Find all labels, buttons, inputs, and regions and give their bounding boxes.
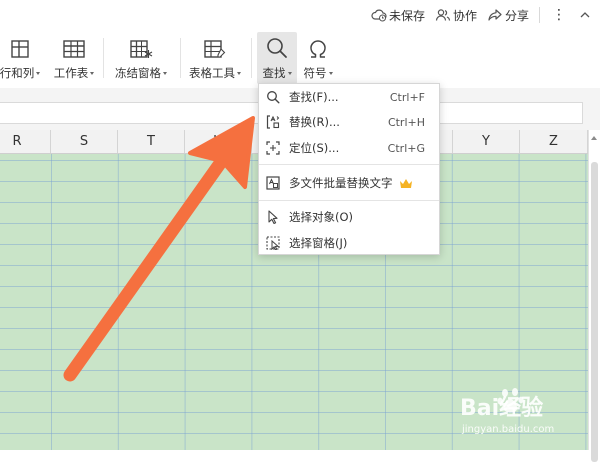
share-icon (488, 9, 502, 21)
omega-symbol-icon (310, 40, 326, 58)
chevron-down-icon (90, 71, 95, 75)
column-header-s[interactable]: S (51, 130, 118, 153)
menu-divider (259, 200, 439, 201)
menu-item-label: 选择窗格(J) (289, 236, 348, 250)
premium-crown-icon (399, 178, 413, 189)
menu-item-label: 多文件批量替换文字 (289, 176, 393, 190)
select-pane-icon (265, 235, 281, 251)
find-label: 查找 (262, 66, 286, 80)
top-actions: 未保存 协作 分享 ⋮ (361, 0, 590, 30)
select-object-icon (265, 209, 281, 225)
cloud-icon (371, 9, 387, 22)
chevron-down-icon (36, 71, 41, 75)
menu-item-find[interactable]: 查找(F)... Ctrl+F (259, 86, 439, 108)
menu-item-select-pane[interactable]: 选择窗格(J) (259, 232, 439, 254)
worksheet-button[interactable]: 工作表 (52, 32, 96, 84)
more-options-icon[interactable]: ⋮ (552, 7, 566, 23)
menu-item-label: 定位(S)... (289, 141, 340, 155)
menu-item-batch-replace[interactable]: 多文件批量替换文字 (259, 172, 439, 194)
column-header-u[interactable]: U (185, 130, 252, 153)
worksheet-label: 工作表 (53, 66, 89, 80)
ribbon-divider (103, 38, 104, 78)
replace-icon (265, 114, 281, 130)
table-tools-icon (204, 40, 226, 58)
collaborate-icon (435, 9, 451, 21)
table-tools-button[interactable]: 表格工具 (186, 32, 244, 84)
baidu-jingyan-watermark: Bai经验 jingyan.baidu.com (458, 384, 588, 444)
title-bar: 未保存 协作 分享 ⋮ (0, 0, 600, 30)
top-divider (539, 7, 540, 23)
scrollbar-thumb[interactable] (591, 162, 598, 462)
freeze-panes-label: 冻结窗格 (115, 66, 161, 80)
collaborate-button[interactable]: 协作 (435, 7, 477, 24)
scroll-up-icon[interactable] (591, 136, 597, 140)
collapse-ribbon-icon[interactable] (580, 11, 590, 19)
search-icon (265, 89, 281, 105)
share-button[interactable]: 分享 (487, 7, 529, 24)
symbol-button[interactable]: 符号 (300, 32, 336, 84)
menu-item-select-object[interactable]: 选择对象(O) (259, 206, 439, 228)
rows-and-columns-button[interactable]: 行和列 (0, 32, 41, 84)
batch-replace-icon (265, 175, 281, 191)
save-status-label: 未保存 (388, 8, 425, 23)
ribbon-toolbar: 行和列 工作表 冻结窗格 表格工具 查找 符号 (0, 30, 600, 88)
freeze-panes-button[interactable]: 冻结窗格 (112, 32, 170, 84)
menu-divider (259, 164, 439, 165)
chevron-down-icon (287, 71, 292, 75)
column-header-y[interactable]: Y (453, 130, 520, 153)
rows-columns-icon (11, 40, 29, 58)
menu-item-label: 查找(F)... (289, 90, 339, 104)
share-label: 分享 (504, 8, 529, 23)
symbol-label: 符号 (303, 66, 327, 80)
watermark-url: jingyan.baidu.com (462, 424, 555, 435)
rows-and-columns-label: 行和列 (0, 66, 35, 80)
menu-item-replace[interactable]: 替换(R)... Ctrl+H (259, 111, 439, 133)
ribbon-divider (251, 38, 252, 78)
find-dropdown-menu: 查找(F)... Ctrl+F 替换(R)... Ctrl+H 定位(S)...… (258, 83, 440, 255)
freeze-panes-icon (130, 40, 153, 58)
save-status-button[interactable]: 未保存 (371, 7, 425, 24)
vertical-scrollbar[interactable] (588, 130, 600, 462)
menu-item-label: 替换(R)... (289, 115, 340, 129)
menu-item-label: 选择对象(O) (289, 210, 354, 224)
menu-item-locate[interactable]: 定位(S)... Ctrl+G (259, 137, 439, 159)
collaborate-label: 协作 (452, 8, 477, 23)
column-header-r[interactable]: R (0, 130, 51, 153)
chevron-down-icon (237, 71, 241, 75)
column-header-z[interactable]: Z (520, 130, 588, 153)
locate-icon (265, 140, 281, 156)
chevron-down-icon (328, 71, 333, 75)
find-button[interactable]: 查找 (257, 32, 297, 84)
search-icon (267, 38, 287, 58)
table-tools-label: 表格工具 (189, 66, 235, 80)
menu-item-shortcut: Ctrl+G (387, 141, 425, 155)
worksheet-icon (63, 40, 85, 58)
chevron-down-icon (163, 71, 167, 75)
column-header-t[interactable]: T (118, 130, 185, 153)
menu-item-shortcut: Ctrl+F (389, 90, 425, 104)
watermark-brand: Bai经验 (460, 396, 544, 421)
ribbon-divider (180, 38, 181, 78)
menu-item-shortcut: Ctrl+H (387, 115, 425, 129)
